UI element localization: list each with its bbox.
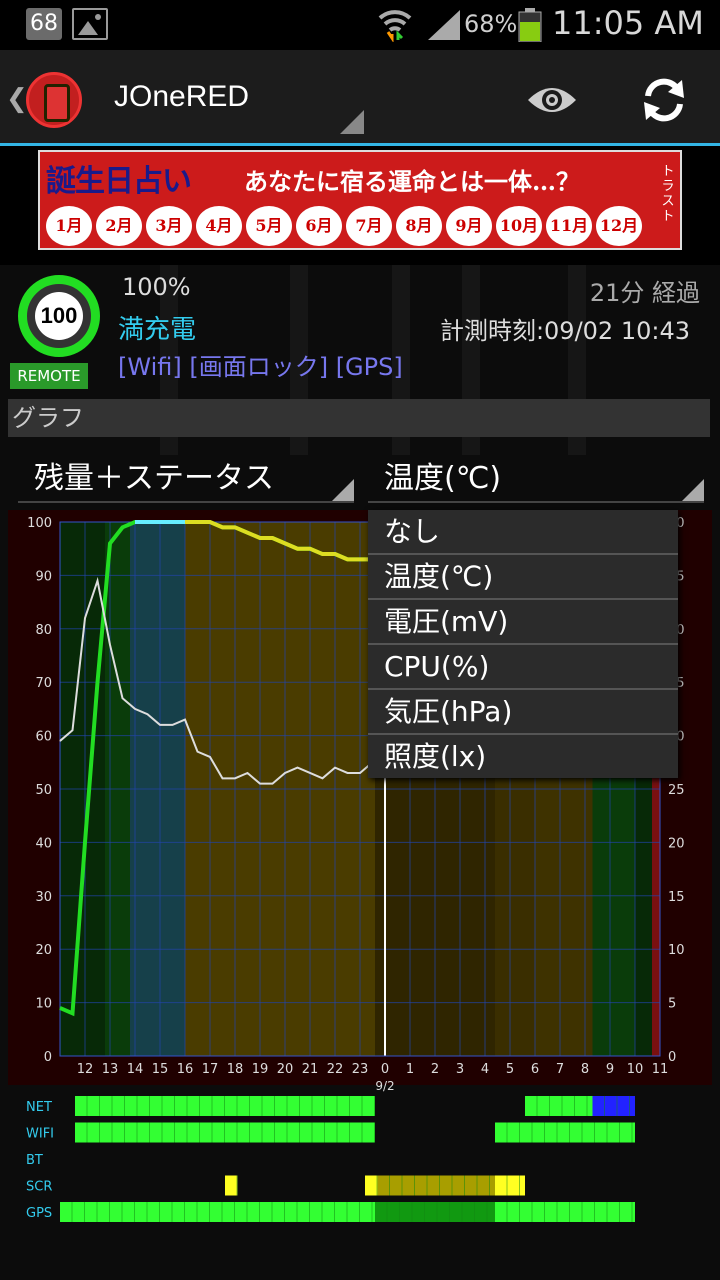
y-tick-label-left: 10	[35, 997, 52, 1012]
dropdown-item-temperature[interactable]: 温度(℃)	[368, 555, 678, 600]
dropdown-item-cpu[interactable]: CPU(%)	[368, 645, 678, 690]
dropdown-item-voltage[interactable]: 電圧(mV)	[368, 600, 678, 645]
series-point	[334, 767, 336, 769]
x-tick-label: 14	[127, 1062, 144, 1077]
series-point	[247, 772, 248, 774]
y-tick-label-left: 50	[35, 783, 52, 798]
x-tick-label: 6	[531, 1062, 539, 1077]
x-tick-label: 3	[456, 1062, 464, 1077]
x-tick-label: 5	[506, 1062, 514, 1077]
x-tick-label: 15	[152, 1062, 169, 1077]
x-tick-label: 18	[227, 1062, 244, 1077]
y-tick-label-left: 70	[35, 676, 52, 691]
x-tick-label: 11	[652, 1062, 669, 1077]
y-tick-label-right: 0	[668, 1050, 676, 1065]
series-point	[322, 777, 323, 779]
x-tick-label: 21	[302, 1062, 319, 1077]
x-tick-label: 8	[581, 1062, 589, 1077]
series-point	[184, 719, 186, 721]
x-tick-label: 0	[381, 1062, 389, 1077]
x-tick-label: 9	[606, 1062, 614, 1077]
series-point	[72, 729, 73, 731]
series-point	[109, 542, 111, 544]
status-row-label: SCR	[26, 1180, 52, 1195]
series-point	[97, 580, 98, 582]
series-point	[222, 777, 223, 779]
status-segment	[60, 1202, 375, 1222]
x-tick-label: 12	[77, 1062, 94, 1077]
series-point	[359, 772, 361, 774]
status-row-label: BT	[26, 1153, 43, 1168]
series-point	[97, 681, 98, 683]
dropdown-item-illuminance[interactable]: 照度(lx)	[368, 735, 678, 780]
series-point	[159, 724, 161, 726]
series-point	[234, 777, 236, 779]
x-tick-label: 13	[102, 1062, 119, 1077]
x-tick-label: 4	[481, 1062, 489, 1077]
series-point	[172, 724, 173, 726]
y-tick-label-right: 5	[668, 997, 676, 1012]
x-tick-label: 2	[431, 1062, 439, 1077]
y-tick-label-left: 80	[35, 623, 52, 638]
series-point	[347, 772, 348, 774]
series-point	[72, 1012, 73, 1014]
x-tick-label: 7	[556, 1062, 564, 1077]
series-point	[284, 772, 286, 774]
series-point	[297, 767, 298, 769]
y-tick-label-left: 40	[35, 836, 52, 851]
series-point	[309, 772, 311, 774]
status-segment	[375, 1202, 495, 1222]
series-point	[259, 783, 261, 785]
series-point	[209, 756, 211, 758]
series-point	[59, 1007, 61, 1009]
y-tick-label-left: 60	[35, 730, 52, 745]
x-tick-label: 20	[277, 1062, 294, 1077]
dropdown-item-none[interactable]: なし	[368, 510, 678, 555]
series-point	[197, 751, 198, 753]
y-tick-label-left: 30	[35, 890, 52, 905]
status-row-label: NET	[26, 1100, 52, 1115]
series-point	[272, 783, 273, 785]
series-point	[84, 617, 86, 619]
x-tick-label: 22	[327, 1062, 344, 1077]
status-segment	[495, 1122, 635, 1143]
y-tick-label-left: 20	[35, 943, 52, 958]
y-tick-label-right: 15	[668, 890, 685, 905]
y-tick-label-right: 20	[668, 836, 685, 851]
series-point	[109, 644, 111, 646]
y-tick-label-right: 10	[668, 943, 685, 958]
series-point	[147, 713, 148, 715]
status-segment	[525, 1096, 593, 1116]
status-segment	[495, 1175, 525, 1196]
series-point	[134, 708, 136, 710]
x-tick-label: 17	[202, 1062, 219, 1077]
series-point	[122, 697, 123, 699]
y-tick-label-left: 90	[35, 569, 52, 584]
x-tick-label: 10	[627, 1062, 644, 1077]
series-point	[59, 740, 61, 742]
status-row-label: GPS	[26, 1206, 52, 1221]
x-tick-label: 16	[177, 1062, 194, 1077]
date-marker-label: 9/2	[375, 1079, 394, 1093]
y-tick-label-left: 100	[27, 516, 52, 531]
dropdown-item-pressure[interactable]: 気圧(hPa)	[368, 690, 678, 735]
y-tick-label-left: 0	[44, 1050, 52, 1065]
series-point	[84, 841, 86, 843]
status-segment	[592, 1096, 635, 1116]
dropdown-menu[interactable]: なし 温度(℃) 電圧(mV) CPU(%) 気圧(hPa) 照度(lx)	[368, 510, 678, 778]
status-segment	[365, 1175, 378, 1196]
x-tick-label: 19	[252, 1062, 269, 1077]
status-segment	[225, 1175, 238, 1196]
y-tick-label-right: 25	[668, 783, 685, 798]
x-tick-label: 1	[406, 1062, 414, 1077]
status-segment	[495, 1202, 635, 1222]
status-row-label: WIFI	[26, 1127, 54, 1142]
x-tick-label: 23	[352, 1062, 369, 1077]
series-point	[122, 526, 123, 528]
